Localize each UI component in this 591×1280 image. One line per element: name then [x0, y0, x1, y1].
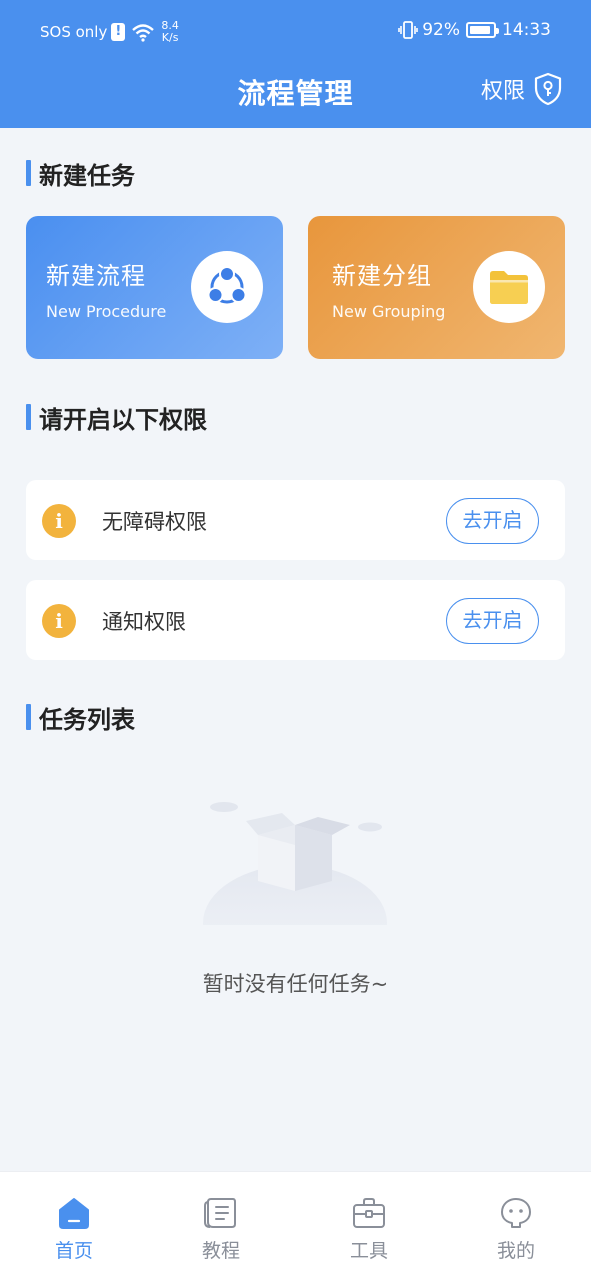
permission-label: 权限: [480, 79, 525, 104]
section-title-task-list: 任务列表: [26, 702, 135, 734]
new-procedure-card[interactable]: 新建流程 New Procedure: [26, 216, 283, 359]
status-left: SOS only ! 8.4 K/s: [40, 20, 179, 44]
tab-profile[interactable]: 我的: [476, 1196, 556, 1263]
permission-row-accessibility: i 无障碍权限 去开启: [26, 480, 565, 560]
clock: 14:33: [502, 20, 551, 40]
tab-tools[interactable]: 工具: [329, 1196, 409, 1263]
card-title: 新建流程: [46, 262, 146, 290]
tab-label: 首页: [54, 1240, 93, 1262]
permission-row-notification: i 通知权限 去开启: [26, 580, 565, 660]
network-speed: 8.4 K/s: [161, 20, 179, 44]
wifi-icon: [132, 24, 155, 42]
share-nodes-icon: [207, 266, 247, 304]
section-title-text: 新建任务: [39, 161, 135, 190]
card-icon-circle: [473, 251, 545, 323]
vibrate-icon: [398, 21, 419, 39]
status-right: 92% 14:33: [398, 20, 551, 40]
permission-label: 无障碍权限: [102, 510, 207, 534]
speed-unit: K/s: [161, 31, 179, 44]
folder-icon: [490, 271, 528, 304]
card-subtitle: New Procedure: [46, 302, 167, 321]
empty-state-text: 暂时没有任何任务~: [202, 972, 389, 996]
shield-key-icon: [534, 72, 562, 106]
section-title-permissions: 请开启以下权限: [26, 402, 207, 434]
tab-tutorial[interactable]: 教程: [181, 1196, 261, 1263]
top-header: SOS only ! 8.4 K/s 92% 14:33 流程管理 权限: [0, 0, 591, 128]
new-grouping-card[interactable]: 新建分组 New Grouping: [308, 216, 565, 359]
alert-icon: !: [111, 23, 126, 41]
tab-label: 我的: [496, 1240, 535, 1262]
section-title-text: 请开启以下权限: [39, 405, 207, 434]
section-accent-bar: [26, 404, 31, 430]
battery-percent: 92%: [422, 20, 460, 40]
section-accent-bar: [26, 704, 31, 730]
info-icon: i: [42, 504, 76, 538]
section-title-text: 任务列表: [39, 705, 135, 734]
status-bar: SOS only ! 8.4 K/s 92% 14:33: [0, 14, 591, 50]
toolbox-icon: [353, 1198, 385, 1228]
card-icon-circle: [191, 251, 263, 323]
battery-icon: [466, 22, 499, 38]
card-subtitle: New Grouping: [332, 302, 446, 321]
permission-label: 通知权限: [102, 610, 186, 634]
card-title: 新建分组: [332, 262, 432, 290]
bottom-tab-bar: 首页 教程 工具 我的: [0, 1171, 591, 1280]
carrier-text: SOS only: [40, 23, 108, 41]
section-title-new-task: 新建任务: [26, 158, 135, 190]
info-icon: i: [42, 604, 76, 638]
permission-button[interactable]: 权限: [481, 72, 563, 106]
section-accent-bar: [26, 160, 31, 186]
profile-icon: [501, 1198, 531, 1228]
tutorial-icon: [204, 1198, 236, 1228]
tab-label: 教程: [201, 1240, 240, 1262]
enable-accessibility-button[interactable]: 去开启: [446, 498, 539, 544]
tab-label: 工具: [349, 1240, 388, 1262]
tab-home[interactable]: 首页: [34, 1196, 114, 1263]
enable-notification-button[interactable]: 去开启: [446, 598, 539, 644]
home-icon: [59, 1198, 89, 1229]
empty-box-icon: [203, 802, 387, 925]
